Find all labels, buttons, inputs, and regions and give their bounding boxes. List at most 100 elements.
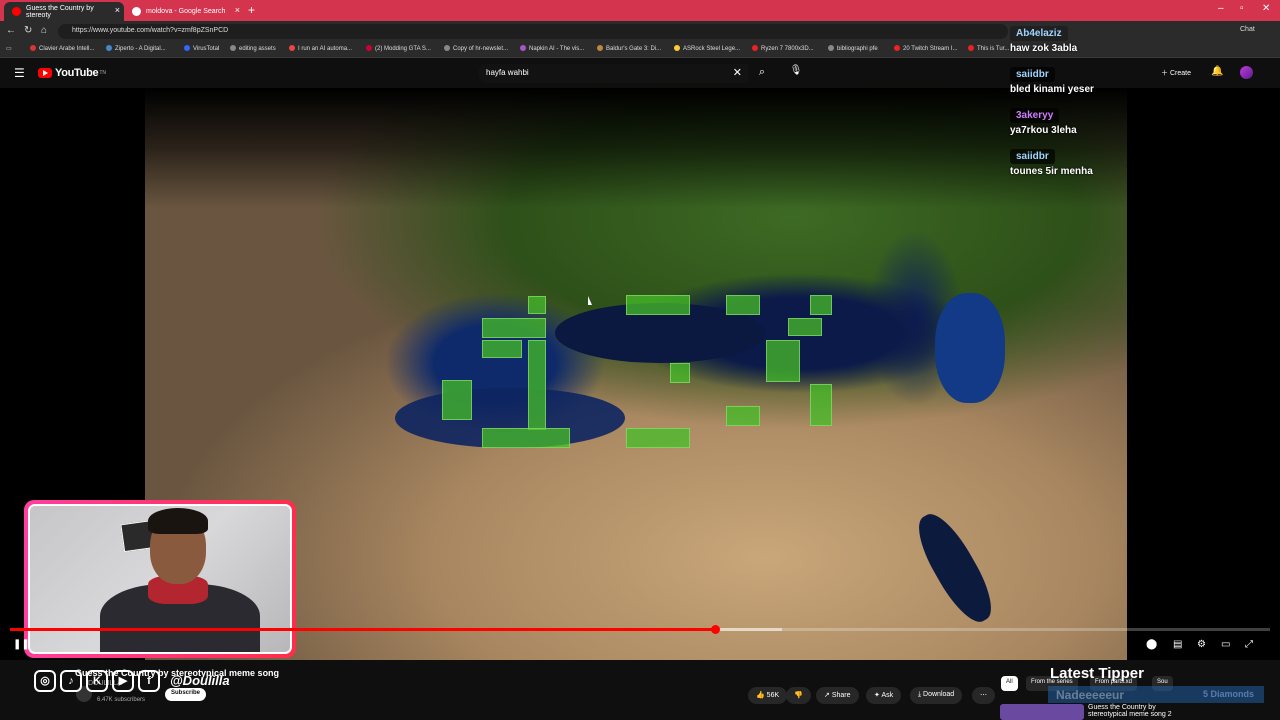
highlight-square [626,428,690,448]
autoplay-toggle-icon[interactable]: ⬤ [1146,639,1157,650]
youtube-social-icon: ▶ [112,670,134,692]
chat-username: saiidbr [1010,149,1055,164]
chat-text: ya7rkou 3leha [1010,125,1077,136]
more-actions-button[interactable]: ⋯ [972,687,995,704]
chat-text: tounes 5ir menha [1010,166,1093,177]
atmosphere-fade [145,88,1127,208]
highlight-square [726,406,760,426]
search-button[interactable]: ⌕ [750,64,774,83]
progress-scrubber[interactable] [710,625,720,634]
dislike-button[interactable]: 👎 [786,687,811,704]
subscribe-button[interactable]: Subscribe [165,688,207,701]
reload-icon[interactable]: ↻ [24,25,32,36]
ask-button[interactable]: ✦ Ask [866,687,902,704]
bookmark-icon [520,45,526,51]
bookmark-item[interactable]: bibliographi pfe [828,45,878,52]
captions-icon[interactable]: ▤ [1173,639,1182,650]
back-icon[interactable]: ← [6,25,16,36]
bookmark-item[interactable]: Baldur's Gate 3: Di... [597,45,661,52]
bookmark-icon [289,45,295,51]
highlight-square [482,428,570,448]
search-query: hayfa wahbi [486,68,529,77]
clear-search-icon[interactable]: ✕ [733,66,742,79]
pause-icon[interactable]: ❚❚ [13,639,30,650]
minimize-button[interactable]: – [1218,3,1224,14]
bookmark-icon [968,45,974,51]
recommendation-thumbnail[interactable] [1000,704,1084,720]
bookmark-item[interactable]: 20 Twitch Stream I... [894,45,958,52]
bookmark-item[interactable]: Ziperto - A Digital... [106,45,166,52]
new-tab-button[interactable]: + [248,3,255,17]
latest-tipper-name: Nadeeeeeur [1056,688,1125,702]
highlight-square [670,363,690,383]
bookmarks-icon[interactable]: ▭ [6,45,12,52]
social-handle: @Doulilla [170,673,230,688]
mic-icon[interactable]: 🎙 [788,65,804,81]
webcam-frame [24,500,296,658]
bookmark-item[interactable]: (2) Modding GTA S... [366,45,431,52]
tab-title: moldova - Google Search [146,8,226,15]
tab-title: Guess the Country by stereoty [26,4,94,19]
home-icon[interactable]: ⌂ [41,25,47,36]
bookmark-item[interactable]: This is Tur... [968,45,1009,52]
kick-icon: K [86,670,108,692]
logo-country: TN [99,70,106,76]
menu-icon[interactable]: ☰ [14,66,25,80]
search-input[interactable]: hayfa wahbi ✕ [478,64,748,83]
webcam-feed [28,504,292,654]
caspian-sea [935,293,1005,403]
chat-message: 3akeryy ya7rkou 3leha [1010,105,1265,146]
highlight-square [788,318,822,336]
bookmark-item[interactable]: Ryzen 7 7800x3D... [752,45,814,52]
bookmark-item[interactable]: VirusTotal [184,45,219,52]
chip-all[interactable]: All [1001,676,1018,691]
browser-tab-youtube[interactable]: Guess the Country by stereoty × [4,2,124,21]
google-icon [132,7,141,16]
bookmark-item[interactable]: Clavier Arabe Intell... [30,45,94,52]
youtube-logo[interactable]: YouTube TN [38,67,106,79]
subscriber-count: 6.47K subscribers [97,697,146,703]
bookmark-icon [30,45,36,51]
bookmark-icon [752,45,758,51]
url-text: https://www.youtube.com/watch?v=zmf8pZSn… [72,27,229,34]
bookmark-item[interactable]: ASRock Steel Lege... [674,45,740,52]
chat-message: saiidbr tounes 5ir menha [1010,146,1265,187]
share-button[interactable]: ↗ Share [816,687,859,704]
download-button[interactable]: ⤓ Download [910,687,963,704]
progress-buffered [715,628,782,631]
streamer-hair [148,508,208,534]
bookmark-item[interactable]: Copy of hr-newslet... [444,45,508,52]
red-sea [907,506,1003,630]
url-field[interactable]: https://www.youtube.com/watch?v=zmf8pZSn… [58,24,1008,39]
progress-played [10,628,716,631]
theater-mode-icon[interactable]: ▭ [1221,639,1230,650]
settings-icon[interactable]: ⚙ [1197,639,1206,650]
bookmark-icon [597,45,603,51]
close-icon[interactable]: × [235,5,240,15]
highlight-square [766,340,800,382]
mouse-cursor-icon [588,296,592,305]
logo-text: YouTube [55,67,99,79]
bookmark-item[interactable]: I run an AI automa... [289,45,352,52]
bookmark-icon [184,45,190,51]
bookmark-item[interactable]: editing assets [230,45,276,52]
bookmark-icon [894,45,900,51]
highlight-square [810,295,832,315]
maximize-button[interactable]: ▫ [1240,3,1244,14]
bookmark-item[interactable]: Napkin AI - The vis... [520,45,584,52]
close-icon[interactable]: × [115,5,120,15]
fullscreen-icon[interactable]: ⤢ [1245,639,1253,650]
like-button[interactable]: 👍 56K [748,687,788,704]
folder-icon [444,45,450,51]
instagram-icon: ◎ [34,670,56,692]
window-close-button[interactable]: ✕ [1262,3,1270,14]
bookmark-icon [674,45,680,51]
chat-message: Ab4elaziz haw zok 3abla [1010,23,1265,64]
folder-icon [230,45,236,51]
video-progress-bar[interactable] [10,625,1270,634]
tiktok-icon: ♪ [60,670,82,692]
browser-tab-google[interactable]: moldova - Google Search × [124,2,244,21]
highlight-square [528,296,546,314]
highlight-square [726,295,760,315]
recommendation-title[interactable]: Guess the Country by stereotypical meme … [1088,704,1172,718]
